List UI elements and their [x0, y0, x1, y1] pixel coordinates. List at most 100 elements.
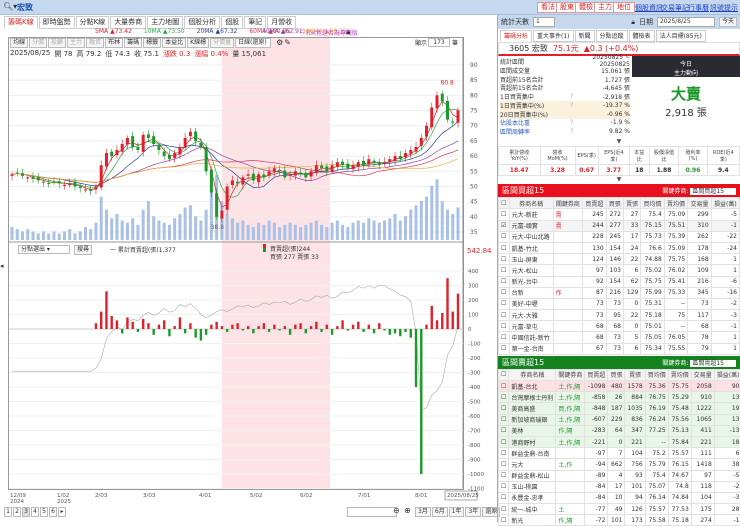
broker-name[interactable]: 美好-中壢: [509, 298, 553, 309]
table-row[interactable]: ☐美好-中壢7373075.31--73-2: [499, 298, 740, 309]
row-checkbox[interactable]: ☐: [499, 298, 510, 309]
col-header[interactable]: 買張: [606, 198, 623, 209]
page-button[interactable]: 3: [22, 507, 30, 517]
period-select[interactable]: 日線(還原): [235, 38, 271, 48]
broker-name[interactable]: 元富-頭實: [509, 220, 553, 231]
select-all-checkbox[interactable]: ☐: [499, 198, 510, 209]
row-checkbox[interactable]: ☐: [499, 209, 510, 220]
row-checkbox[interactable]: ☐: [499, 343, 510, 354]
table-row[interactable]: ☐元大-大雅73952275.1875117-3: [499, 310, 740, 321]
right-tab-5[interactable]: 法人目標(85元): [656, 30, 706, 42]
col-header[interactable]: 損益(萬): [714, 369, 740, 380]
table-row[interactable]: ☐第一金-台南6773675.3475.55791: [499, 343, 740, 354]
stock-info-link[interactable]: 個股資訊: [635, 3, 663, 13]
toolbar-button[interactable]: 標籤: [143, 38, 161, 48]
expand-arrow-icon[interactable]: ▼: [498, 176, 740, 184]
toolbar-button[interactable]: 分價: [29, 38, 47, 48]
signal-link[interactable]: 訊號提示: [710, 3, 738, 13]
trade-notes-link[interactable]: 交易筆記: [661, 3, 689, 13]
col-header[interactable]: 賣張: [623, 198, 640, 209]
right-tab-3[interactable]: 分點追蹤: [596, 30, 628, 42]
row-checkbox[interactable]: ☐: [499, 287, 510, 298]
help-icon[interactable]: ?: [570, 128, 584, 135]
range-button[interactable]: 6月: [432, 507, 448, 517]
col-header[interactable]: 券商名稱: [509, 198, 553, 209]
col-header[interactable]: 賣張: [625, 369, 645, 380]
row-checkbox[interactable]: ☐: [499, 459, 509, 470]
broker-name[interactable]: 元大-大雅: [509, 310, 553, 321]
toolbar-button[interactable]: 融資: [86, 38, 104, 48]
row-checkbox[interactable]: ☐: [499, 492, 509, 503]
select-all-checkbox[interactable]: ☐: [499, 369, 509, 380]
col-header[interactable]: 券商名稱: [509, 369, 556, 380]
row-checkbox[interactable]: ☐: [499, 403, 509, 414]
date-input[interactable]: [347, 507, 397, 517]
today-button[interactable]: 今天: [719, 17, 737, 27]
toolbar-button[interactable]: 主力: [67, 38, 85, 48]
broker-name[interactable]: 凱基-竹北: [509, 242, 553, 253]
price-chart[interactable]: 90858075706560555045403580.838.840030020…: [0, 0, 495, 522]
broker-name[interactable]: 元大-松山: [509, 265, 553, 276]
toolbar-button[interactable]: 籌碼: [124, 38, 142, 48]
pencil-icon[interactable]: ✎: [284, 38, 291, 48]
broker-name[interactable]: 永豐金-忠孝: [509, 492, 556, 503]
row-checkbox[interactable]: ☐: [499, 481, 509, 492]
toolbar-button[interactable]: 分價量: [210, 38, 234, 48]
table-row[interactable]: ☐元大-中山北路2282451775.7375.39262-22: [499, 231, 740, 242]
page-button[interactable]: 6: [49, 507, 57, 517]
broker-name[interactable]: 第一金-台南: [509, 343, 553, 354]
table-row[interactable]: ☐凱基-台北土,作,隔-1098480157875.3675.75205890: [499, 381, 740, 392]
col-header[interactable]: 關鍵券商: [553, 198, 583, 209]
broker-name[interactable]: 新加坡商瑞銀: [509, 414, 556, 425]
col-header[interactable]: 關鍵券商: [556, 369, 585, 380]
col-header[interactable]: 買均價: [645, 369, 668, 380]
show-count-input[interactable]: 173: [428, 38, 450, 47]
row-checkbox[interactable]: ☐: [499, 276, 510, 287]
row-checkbox[interactable]: ☐: [499, 231, 510, 242]
toolbar-button[interactable]: 均線: [10, 38, 28, 48]
table-row[interactable]: ☐新加坡商瑞銀土,作,隔-60722983676.2475.56106513: [499, 414, 740, 425]
days-select[interactable]: 1: [533, 17, 555, 27]
row-checkbox[interactable]: ☐: [499, 310, 510, 321]
gear-icon[interactable]: ⚙: [276, 38, 283, 48]
row-checkbox[interactable]: ☐: [499, 448, 509, 459]
zoom-out-icon[interactable]: ⊖: [393, 506, 400, 515]
broker-name[interactable]: 港商野村: [509, 436, 556, 447]
row-checkbox[interactable]: ☐: [499, 321, 510, 332]
row-checkbox[interactable]: ☐: [499, 254, 510, 265]
row-checkbox[interactable]: ☐: [499, 436, 509, 447]
col-header[interactable]: 賣均價: [668, 369, 691, 380]
broker-select[interactable]: 分點選出 ▾: [18, 245, 70, 254]
table-row[interactable]: ☐新光-台中921546275.7575.41216-6: [499, 276, 740, 287]
row-checkbox[interactable]: ☐: [499, 425, 509, 436]
right-tab-4[interactable]: 體檢表: [629, 30, 655, 42]
row-checkbox[interactable]: ☐: [499, 332, 510, 343]
broker-name[interactable]: 玉山-桃園: [509, 481, 556, 492]
broker-name[interactable]: 群益金鼎-台南: [509, 448, 556, 459]
table-row[interactable]: ☐美商高盛買,作,隔-848187103576.1975.48122219: [499, 403, 740, 414]
table-row[interactable]: ☐港商野村土,作,隔-2210221--75.8422118: [499, 436, 740, 447]
collapse-handle-icon[interactable]: ◂: [0, 262, 4, 270]
table-row[interactable]: ☐台新作8721612975.9975.33345-16: [499, 287, 740, 298]
right-tab-2[interactable]: 新聞: [575, 30, 595, 42]
table-row[interactable]: ☐台灣摩根士丹利土,作,隔-8582688476.7575.2991013: [499, 392, 740, 403]
toolbar-button[interactable]: K線標: [187, 38, 209, 48]
row-checkbox[interactable]: ☐: [499, 515, 509, 526]
row-checkbox[interactable]: ☐: [499, 265, 510, 276]
toolbar-button[interactable]: 本益比: [162, 38, 186, 48]
table-row[interactable]: ☐元大-新莊賣2452722775.475.09299-5: [499, 209, 740, 220]
col-header[interactable]: 買賣超: [585, 369, 608, 380]
broker-name[interactable]: 美林: [509, 425, 556, 436]
table-row[interactable]: ☐統一-城中土-774912675.5777.5317528: [499, 504, 740, 515]
expand-arrow-icon[interactable]: ▼: [498, 138, 740, 146]
broker-name[interactable]: 台新: [509, 287, 553, 298]
page-button[interactable]: 1: [4, 507, 12, 517]
range-button[interactable]: 3月: [415, 507, 431, 517]
key-select-sell[interactable]: 區間賣超15: [690, 360, 736, 367]
broker-name[interactable]: 台灣摩根士丹利: [509, 392, 556, 403]
col-header[interactable]: 買張: [608, 369, 625, 380]
range-button[interactable]: 1年: [449, 507, 465, 517]
col-header[interactable]: 買賣超: [583, 198, 606, 209]
broker-name[interactable]: 新光: [509, 515, 556, 526]
table-row[interactable]: ☑元富-頭實賣2442773375.1575.51310-1: [499, 220, 740, 231]
